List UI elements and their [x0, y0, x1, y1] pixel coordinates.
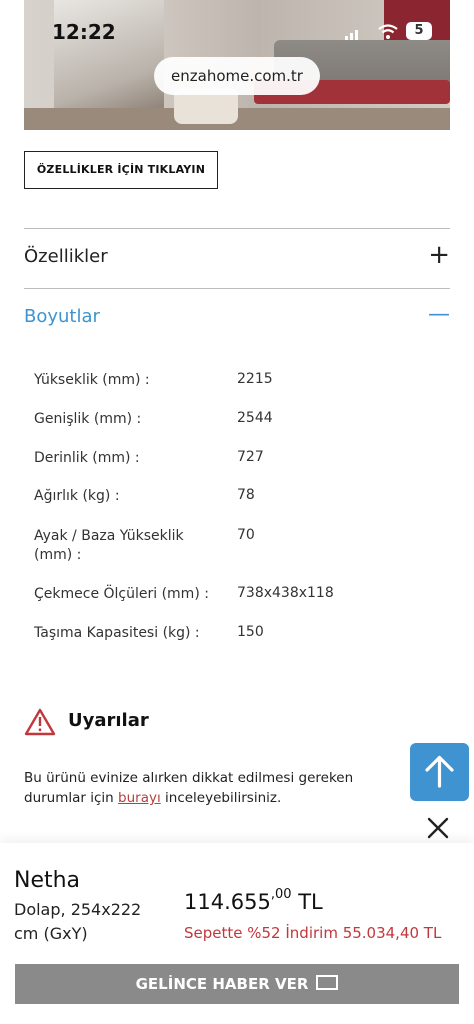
warnings-header: Uyarılar — [24, 706, 424, 740]
accordion-dimensions[interactable]: Boyutlar — — [24, 290, 450, 346]
spec-value: 2544 — [237, 410, 273, 426]
close-icon[interactable] — [424, 814, 452, 842]
features-button[interactable]: ÖZELLİKLER İÇİN TIKLAYIN — [24, 151, 218, 189]
discount-text: Sepette %52 İndirim 55.034,40 TL — [184, 924, 442, 942]
battery-icon: 5 — [406, 22, 432, 40]
status-time: 12:22 — [52, 20, 116, 44]
spec-key: Ağırlık (kg) : — [34, 488, 120, 504]
divider — [24, 288, 450, 289]
warnings-title: Uyarılar — [68, 710, 149, 731]
spec-key: Ayak / Baza Yükseklik (mm) : — [34, 528, 184, 563]
price-currency: TL — [298, 890, 323, 914]
spec-key: Genişlik (mm) : — [34, 411, 142, 427]
divider — [24, 228, 450, 229]
minus-icon[interactable]: — — [428, 302, 450, 328]
scroll-top-button[interactable] — [410, 743, 469, 801]
spec-key: Derinlik (mm) : — [34, 450, 140, 466]
spec-value: 2215 — [237, 371, 273, 387]
accordion-features[interactable]: Özellikler + — [24, 230, 450, 286]
status-bar: 12:22 5 — [0, 0, 474, 60]
product-name: Netha — [14, 868, 81, 893]
price-decimals: ,00 — [270, 887, 292, 902]
arrow-up-icon — [425, 755, 454, 788]
spec-value: 78 — [237, 487, 255, 503]
url-bar[interactable]: enzahome.com.tr — [154, 57, 320, 95]
warnings-link[interactable]: burayı — [118, 790, 161, 806]
spec-value: 70 — [237, 527, 255, 543]
wifi-icon — [378, 24, 398, 39]
price-main: 114.655 — [184, 890, 271, 914]
spec-value: 150 — [237, 624, 264, 640]
notify-button-label: GELİNCE HABER VER — [135, 975, 309, 993]
warning-icon — [24, 708, 56, 736]
accordion-features-label: Özellikler — [24, 246, 108, 267]
product-price: 114.655,00 TL — [184, 887, 323, 914]
spec-key: Yükseklik (mm) : — [34, 372, 150, 388]
plus-icon[interactable]: + — [428, 242, 450, 268]
spec-key: Taşıma Kapasitesi (kg) : — [34, 625, 200, 641]
spec-value: 727 — [237, 449, 264, 465]
product-description: Dolap, 254x222 cm (GxY) — [14, 900, 142, 943]
warnings-text: Bu ürünü evinize alırken dikkat edilmesi… — [24, 768, 384, 808]
spec-value: 738x438x118 — [237, 585, 334, 601]
envelope-icon — [316, 975, 339, 990]
notify-button[interactable]: GELİNCE HABER VER — [15, 964, 459, 1004]
spec-key: Çekmece Ölçüleri (mm) : — [34, 586, 209, 602]
accordion-dimensions-label: Boyutlar — [24, 306, 100, 327]
signal-icon — [345, 30, 359, 40]
warnings-text-after: inceleyebilirsiniz. — [160, 790, 282, 806]
